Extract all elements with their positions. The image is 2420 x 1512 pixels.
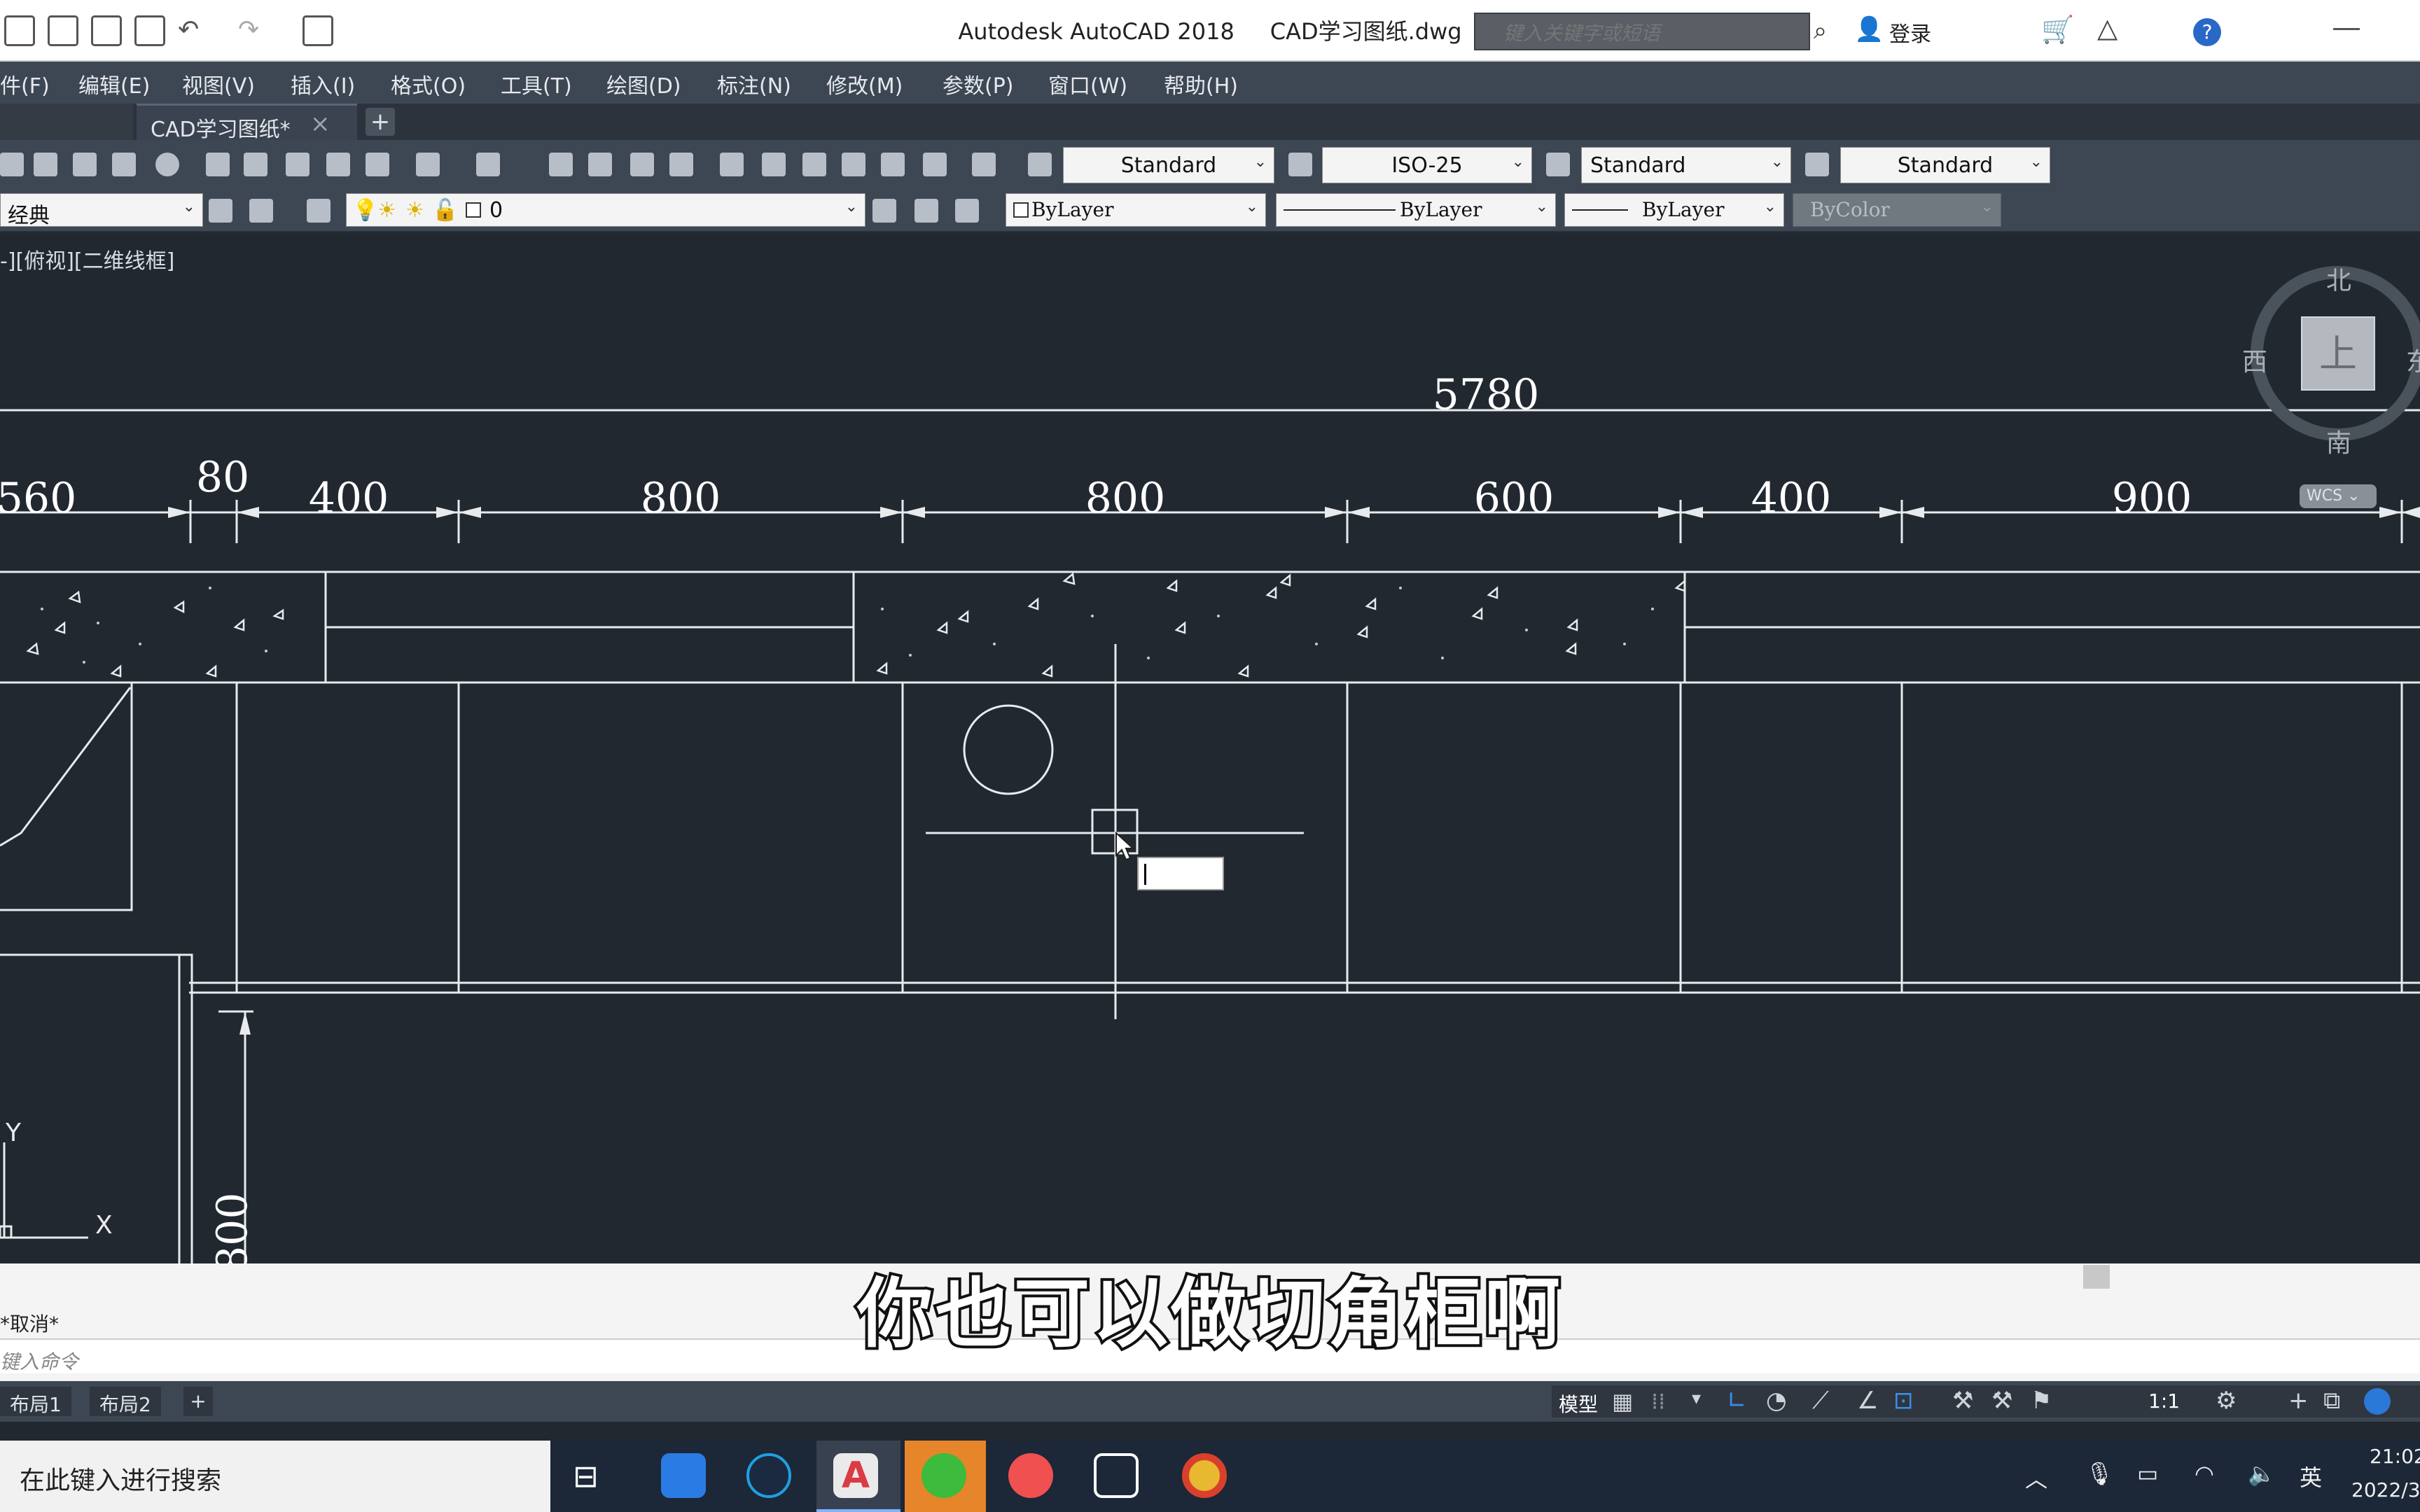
task-view-icon[interactable]: ⊟: [573, 1459, 599, 1494]
speaker-icon[interactable]: 🔈: [2248, 1460, 2276, 1487]
drawing-svg: 5780 560 80 400 800 800 600 400 900 800 …: [0, 370, 2420, 1267]
dim-text-800-a: 800: [641, 474, 721, 523]
active-app-highlight: [816, 1441, 900, 1512]
dynamic-input-box[interactable]: [1137, 857, 1224, 890]
isolate-objects-icon[interactable]: [2364, 1388, 2391, 1415]
dim-text-800-b: 800: [1085, 474, 1166, 523]
hardware-acceleration-icon[interactable]: ⧉: [2323, 1387, 2340, 1415]
recorder-icon[interactable]: [1008, 1453, 1053, 1498]
concrete-hatch: [26, 572, 1686, 678]
gear-icon[interactable]: ⚙: [2216, 1387, 2237, 1415]
wechat-icon[interactable]: [922, 1453, 966, 1498]
viewcube-east[interactable]: 东: [2406, 342, 2420, 378]
tab-layout1[interactable]: 布局1: [0, 1387, 71, 1416]
chevron-down-icon: ⌄: [2347, 487, 2360, 505]
wcs-label: WCS: [2307, 487, 2343, 505]
wcs-menu[interactable]: WCS ⌄: [2300, 484, 2377, 508]
hatch-dots: [41, 587, 1654, 664]
object-snap-tracking-icon[interactable]: ∠: [1857, 1387, 1878, 1415]
grid-icon[interactable]: ▦: [1612, 1388, 1633, 1415]
viewcube-west[interactable]: 西: [2242, 342, 2267, 378]
video-subtitle: 你也可以做切角柜啊: [854, 1268, 1563, 1361]
dim-text-900: 900: [2112, 474, 2192, 523]
wifi-icon[interactable]: ◠: [2195, 1460, 2214, 1487]
status-bar-tools: 模型 ▦ ⁞⁞ ▾ ∟ ◔ ⟋ ∠ ⊡ ⚒ ⚒ ⚑ 1:1 ⚙ + ⧉: [1552, 1385, 2420, 1418]
auto-scale-icon[interactable]: ⚒: [1991, 1387, 2012, 1415]
dim-text-400-a: 400: [309, 474, 389, 523]
snap-icon[interactable]: ⁞⁞: [1651, 1388, 1665, 1415]
dim-text-600: 600: [1474, 474, 1555, 523]
circle-shape: [963, 704, 1054, 795]
mouse-pointer-icon: [1115, 831, 1135, 861]
annotation-scale-value[interactable]: 1:1: [2148, 1390, 2180, 1413]
chrome-icon[interactable]: [1182, 1453, 1227, 1498]
viewcube-top-face[interactable]: 上: [2301, 316, 2375, 391]
viewcube-north[interactable]: 北: [2326, 260, 2351, 297]
dim-text-400-b: 400: [1751, 474, 1832, 523]
taskbar-search-placeholder: 在此键入进行搜索: [20, 1466, 222, 1495]
viewcube-south[interactable]: 南: [2326, 423, 2351, 459]
polar-tracking-icon[interactable]: ◔: [1766, 1387, 1787, 1415]
annotation-scale-icon[interactable]: ⚑: [2031, 1387, 2052, 1415]
taskbar-search-box[interactable]: 在此键入进行搜索: [0, 1441, 550, 1512]
battery-icon[interactable]: ▭: [2137, 1460, 2158, 1487]
chevron-up-icon[interactable]: ︿: [2025, 1462, 2047, 1494]
ucs-x-label: X: [95, 1211, 113, 1240]
add-layout-button[interactable]: +: [183, 1387, 213, 1416]
ortho-icon[interactable]: ∟: [1727, 1387, 1747, 1415]
ime-indicator[interactable]: 英: [2300, 1460, 2322, 1492]
annotation-visibility-icon[interactable]: ⚒: [1952, 1387, 1973, 1415]
dimension-arrows: [168, 507, 2420, 1035]
object-snap-icon[interactable]: ⊡: [1893, 1387, 1914, 1415]
chevron-down-icon[interactable]: ▾: [1692, 1388, 1701, 1409]
layout-status-bar: 布局1 布局2 + 模型 ▦ ⁞⁞ ▾ ∟ ◔ ⟋ ∠ ⊡ ⚒ ⚒ ⚑ 1:1 …: [0, 1381, 2420, 1422]
text-caret: [1144, 864, 1146, 885]
model-space-button[interactable]: 模型: [1559, 1390, 1598, 1418]
clock-date[interactable]: 2022/3: [2351, 1478, 2420, 1502]
microphone-icon[interactable]: 🎙: [2085, 1460, 2114, 1487]
overall-dimension-text: 5780: [1433, 370, 1540, 419]
dim-text-80: 80: [196, 453, 249, 502]
tab-layout2[interactable]: 布局2: [90, 1387, 161, 1416]
ucs-y-label: Y: [5, 1119, 22, 1147]
dim-text-560: 560: [0, 474, 76, 523]
plus-icon[interactable]: +: [2288, 1387, 2309, 1415]
security-app-icon[interactable]: [661, 1453, 706, 1498]
video-camera-icon[interactable]: [1094, 1453, 1139, 1498]
browser-app-icon[interactable]: [746, 1453, 791, 1498]
isodraft-icon[interactable]: ⟋: [1812, 1387, 1829, 1415]
clock-time[interactable]: 21:02: [2370, 1445, 2420, 1468]
